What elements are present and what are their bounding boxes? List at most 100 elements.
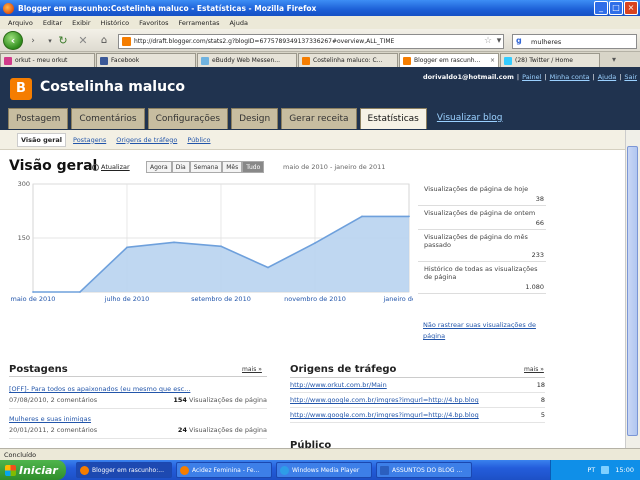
blogger-favicon-icon: [302, 56, 310, 65]
posts-heading: Postagens: [9, 364, 68, 375]
task-media-player[interactable]: Windows Media Player: [276, 462, 372, 478]
firefox-icon: [3, 2, 14, 14]
menu-favoritos[interactable]: Favoritos: [139, 19, 168, 27]
browser-tab-ebuddy[interactable]: eBuddy Web Messen...: [197, 53, 297, 67]
stat-value: 66: [535, 219, 544, 227]
no-track-link[interactable]: Não rastrear suas visualizações de págin…: [423, 320, 548, 342]
traffic-url-link[interactable]: http://www.google.com.br/imgres?imgurl=h…: [290, 396, 479, 404]
subtab-postagens[interactable]: Postagens: [70, 134, 109, 146]
back-arrow-icon[interactable]: ‹: [3, 31, 23, 50]
close-button[interactable]: ×: [624, 1, 638, 15]
traffic-row: http://www.google.com.br/imgres?imgurl=h…: [290, 408, 545, 423]
post-title-link[interactable]: [OFF]- Para todos os apaixonados (eu mes…: [9, 385, 267, 393]
language-indicator[interactable]: PT: [587, 466, 595, 474]
browser-tab-orkut[interactable]: orkut - meu orkut: [0, 53, 95, 67]
traffic-url-link[interactable]: http://www.orkut.com.br/Main: [290, 381, 387, 389]
word-icon: [380, 465, 389, 475]
refresh-control[interactable]: Atualizar: [92, 163, 130, 171]
chart-data-point: [126, 246, 128, 249]
window-controls: _ □ ×: [594, 1, 638, 15]
status-text: Concluído: [4, 451, 37, 459]
link-painel[interactable]: Painel: [522, 73, 541, 81]
task-acidez[interactable]: Acidez Feminina - Fe...: [176, 462, 272, 478]
blog-title: Costelinha maluco: [40, 79, 185, 95]
audience-heading: Público: [290, 440, 332, 448]
range-semana-button[interactable]: Semana: [189, 161, 223, 173]
link-ajuda[interactable]: Ajuda: [598, 73, 616, 81]
tab-gerar-receita[interactable]: Gerar receita: [281, 108, 357, 129]
page-title: Visão geral: [9, 158, 98, 174]
subtab-publico[interactable]: Público: [184, 134, 213, 146]
history-dropdown-icon[interactable]: ▾: [44, 35, 56, 47]
tab-estatisticas[interactable]: Estatísticas: [359, 108, 427, 129]
tab-list-icon[interactable]: ▾: [601, 52, 627, 67]
chart-x-tick-label: maio de 2010: [11, 295, 56, 303]
scrollbar-thumb[interactable]: [627, 146, 638, 436]
tab-comentarios[interactable]: Comentários: [71, 108, 145, 129]
reload-icon[interactable]: ↻: [57, 35, 69, 47]
refresh-icon: [92, 163, 99, 171]
traffic-count: 18: [536, 381, 545, 389]
tab-postagem[interactable]: Postagem: [8, 108, 69, 129]
home-icon[interactable]: ⌂: [98, 35, 110, 47]
task-blogger[interactable]: Blogger em rascunho:...: [76, 462, 172, 478]
date-range: maio de 2010 - janeiro de 2011: [283, 163, 386, 171]
traffic-row: http://www.google.com.br/imgres?imgurl=h…: [290, 393, 545, 408]
menu-exibir[interactable]: Exibir: [72, 19, 90, 27]
facebook-favicon-icon: [100, 56, 108, 65]
posts-list: [OFF]- Para todos os apaixonados (eu mes…: [9, 376, 267, 439]
user-email: dorivaldo1@hotmail.com: [422, 73, 514, 81]
clock: 15:00: [615, 466, 634, 474]
traffic-more-link[interactable]: mais »: [524, 366, 544, 373]
minimize-button[interactable]: _: [594, 1, 608, 15]
tab-visualizar-blog[interactable]: Visualizar blog: [430, 108, 510, 129]
tab-close-icon[interactable]: ×: [490, 57, 495, 64]
menu-arquivo[interactable]: Arquivo: [8, 19, 33, 27]
system-tray: PT 15:00: [550, 460, 640, 480]
post-row: [OFF]- Para todos os apaixonados (eu mes…: [9, 377, 267, 409]
chart-data-point: [32, 291, 34, 293]
forward-arrow-icon[interactable]: ›: [27, 35, 39, 47]
link-minha-conta[interactable]: Minha conta: [550, 73, 590, 81]
browser-tab-costelinha[interactable]: Costelinha maluco: C...: [298, 53, 398, 67]
post-views: 154: [173, 396, 187, 404]
window-titlebar: Blogger em rascunho:Costelinha maluco - …: [0, 0, 640, 16]
search-box[interactable]: g mulheres: [512, 34, 637, 49]
windows-flag-icon: [5, 464, 16, 476]
task-assuntos[interactable]: ASSUNTOS DO BLOG ...: [376, 462, 472, 478]
subtab-visao-geral[interactable]: Visão geral: [17, 132, 67, 147]
range-mes-button[interactable]: Mês: [222, 161, 243, 173]
menu-editar[interactable]: Editar: [43, 19, 62, 27]
url-text: http://draft.blogger.com/stats2.g?blogID…: [134, 38, 395, 45]
traffic-heading: Origens de tráfego: [290, 364, 397, 375]
browser-tab-blogger-active[interactable]: Blogger em rascunh... ×: [399, 53, 499, 67]
url-dropdown-icon[interactable]: ▾: [493, 35, 505, 47]
browser-tab-facebook[interactable]: Facebook: [96, 53, 196, 67]
status-bar: Concluído: [0, 448, 640, 460]
menu-ferramentas[interactable]: Ferramentas: [179, 19, 220, 27]
link-sair[interactable]: Sair: [624, 73, 637, 81]
range-dia-button[interactable]: Dia: [171, 161, 190, 173]
tab-configuracoes[interactable]: Configurações: [147, 108, 229, 129]
traffic-url-link[interactable]: http://www.google.com.br/imgres?imgurl=h…: [290, 411, 479, 419]
network-icon[interactable]: [601, 466, 610, 474]
start-button[interactable]: Iniciar: [0, 460, 66, 480]
blogger-logo-icon[interactable]: B: [10, 78, 32, 100]
menu-historico[interactable]: Histórico: [101, 19, 130, 27]
browser-tab-twitter[interactable]: (28) Twitter / Home: [500, 53, 600, 67]
range-agora-button[interactable]: Agora: [146, 161, 172, 173]
maximize-button[interactable]: □: [609, 1, 623, 15]
chart-y-tick-label: 300: [18, 180, 30, 188]
range-tudo-button[interactable]: Tudo: [242, 161, 265, 173]
stop-icon[interactable]: ✕: [77, 35, 89, 47]
tab-design[interactable]: Design: [231, 108, 279, 129]
url-bar[interactable]: http://draft.blogger.com/stats2.g?blogID…: [118, 34, 504, 49]
traffic-row: http://www.orkut.com.br/Main 18: [290, 378, 545, 393]
post-title-link[interactable]: Mulheres e suas inimigas: [9, 415, 267, 423]
chart-x-tick-label: setembro de 2010: [191, 295, 251, 303]
menu-ajuda[interactable]: Ajuda: [229, 19, 247, 27]
posts-more-link[interactable]: mais »: [242, 366, 262, 373]
stats-summary: Visualizações de página de hoje 38 Visual…: [418, 182, 546, 294]
subtab-origens-de-trafego[interactable]: Origens de tráfego: [113, 134, 180, 146]
orkut-favicon-icon: [4, 56, 12, 65]
